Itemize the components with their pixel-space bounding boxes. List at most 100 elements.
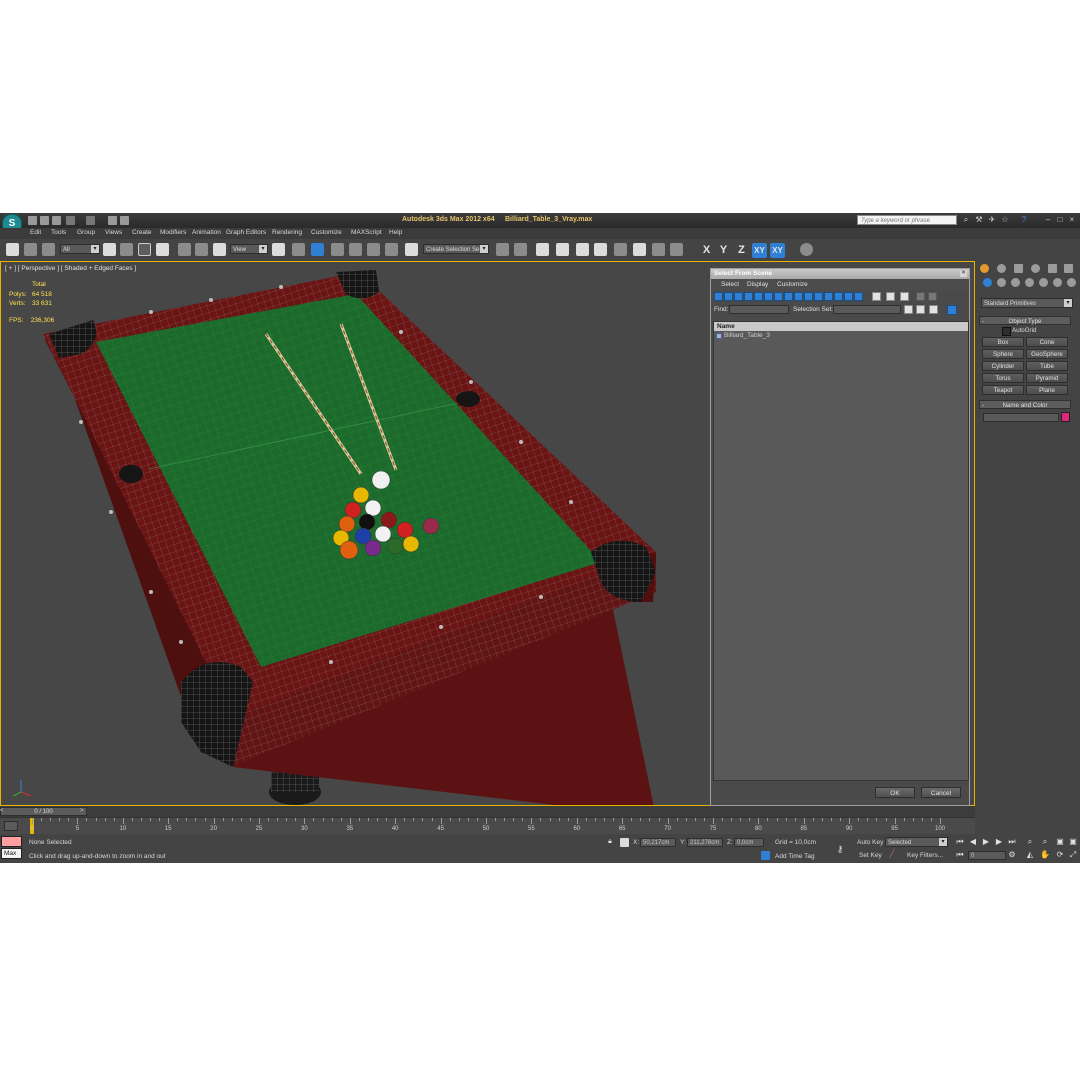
axis-z-button[interactable]: Z [734,243,749,258]
set-key-button[interactable]: Set Key [859,852,882,859]
window-icon[interactable] [120,216,129,225]
time-tag-icon[interactable] [761,851,770,860]
move-icon[interactable] [178,243,191,256]
zoom-extents-all-icon[interactable]: ▣ [1068,837,1078,847]
sync-selection-icon[interactable] [947,305,957,315]
next-frame-icon[interactable]: > [80,808,85,815]
filter-settings-icon[interactable] [928,292,937,301]
new-file-icon[interactable] [28,216,37,225]
x-coord-field[interactable]: 50,217cm [640,838,676,847]
dialog-menu-customize[interactable]: Customize [777,281,808,288]
go-to-end-icon[interactable]: ⏭ [1007,837,1017,847]
subscription-icon[interactable]: ⚒ [975,216,983,224]
dialog-menu-display[interactable]: Display [747,281,768,288]
time-configuration-icon[interactable]: ⚙ [1007,850,1017,860]
object-color-swatch[interactable] [1061,412,1070,422]
search-input[interactable]: Type a keyword or phrase [857,215,957,225]
teapot-render-icon[interactable] [800,243,813,256]
undo-icon[interactable] [66,216,75,225]
open-file-icon[interactable] [40,216,49,225]
menu-customize[interactable]: Customize [311,229,342,236]
list-item[interactable]: Billiard_Table_3 [714,331,968,341]
tube-button[interactable]: Tube [1026,361,1068,371]
selection-set-remove-icon[interactable] [929,305,938,314]
add-time-tag-button[interactable]: Add Time Tag [775,853,815,860]
selection-filter-dropdown[interactable]: All ▾ [60,244,100,254]
cone-button[interactable]: Cone [1026,337,1068,347]
object-name-input[interactable] [983,413,1059,422]
unlink-icon[interactable] [24,243,37,256]
geometry-icon[interactable] [983,278,992,287]
select-manipulate-icon[interactable] [292,243,305,256]
align-icon[interactable] [514,243,527,256]
maxscript-listener-icon[interactable] [1,836,22,847]
reference-coordinate-dropdown[interactable]: View ▾ [230,244,268,254]
dialog-menu-select[interactable]: Select [721,281,739,288]
save-file-icon[interactable] [52,216,61,225]
rendered-frame-window-icon[interactable] [652,243,665,256]
current-frame-field[interactable]: 0 [968,851,1006,860]
display-cameras-icon[interactable] [744,292,753,301]
zoom-all-icon[interactable]: ⌕ [1040,837,1050,847]
menu-modifiers[interactable]: Modifiers [160,229,186,236]
modify-tab-icon[interactable] [997,264,1006,273]
prev-frame-icon[interactable]: < [0,808,5,815]
utilities-tab-icon[interactable] [1064,264,1073,273]
zoom-icon[interactable]: ⌕ [1025,837,1035,847]
lights-icon[interactable] [1011,278,1020,287]
shapes-icon[interactable] [997,278,1006,287]
material-editor-icon[interactable] [614,243,627,256]
pan-icon[interactable]: ✋ [1040,850,1050,860]
menu-help[interactable]: Help [389,229,402,236]
cancel-button[interactable]: Cancel [921,787,961,798]
next-frame-icon[interactable]: ▶ [994,837,1004,847]
rotate-icon[interactable] [195,243,208,256]
menu-animation[interactable]: Animation [192,229,221,236]
box-button[interactable]: Box [982,337,1024,347]
space-warps-icon[interactable] [1053,278,1062,287]
systems-icon[interactable] [1067,278,1076,287]
menu-create[interactable]: Create [132,229,152,236]
play-icon[interactable]: ▶ [981,837,991,847]
key-filters-button[interactable]: Key Filters... [907,852,943,859]
go-to-start-icon[interactable]: ⏮ [955,837,965,847]
favorites-icon[interactable]: ☆ [1001,216,1009,224]
display-shapes-icon[interactable] [724,292,733,301]
minimize-icon[interactable]: – [1044,216,1052,224]
menu-tools[interactable]: Tools [51,229,66,236]
select-invert-icon[interactable] [900,292,909,301]
key-mode-dropdown[interactable]: Selected ▾ [885,837,948,847]
communication-icon[interactable]: ✈ [988,216,996,224]
window-crossing-icon[interactable] [156,243,169,256]
render-setup-icon[interactable] [633,243,646,256]
keyboard-shortcut-override-icon[interactable] [311,243,324,256]
select-object-icon[interactable] [103,243,116,256]
menu-maxscript[interactable]: MAXScript [351,229,382,236]
pivot-center-icon[interactable] [272,243,285,256]
cylinder-button[interactable]: Cylinder [982,361,1024,371]
geosphere-button[interactable]: GeoSphere [1026,349,1068,359]
trackbar-toggle-icon[interactable] [4,821,18,831]
schematic-view-icon[interactable] [594,243,607,256]
display-frozen-icon[interactable] [814,292,823,301]
rectangular-selection-icon[interactable] [138,243,151,256]
display-containers-icon[interactable] [804,292,813,301]
axis-xy-button[interactable]: XY [752,243,767,258]
previous-frame-icon[interactable]: ◀ [968,837,978,847]
sphere-button[interactable]: Sphere [982,349,1024,359]
y-coord-field[interactable]: 211,278cm [687,838,723,847]
dialog-close-icon[interactable]: × [960,270,967,277]
maximize-icon[interactable]: □ [1056,216,1064,224]
percent-snap-icon[interactable] [367,243,380,256]
list-column-name[interactable]: Name [714,322,968,331]
maximize-viewport-icon[interactable]: ⤢ [1068,850,1078,860]
display-none-icon[interactable] [844,292,853,301]
curve-editor-icon[interactable] [576,243,589,256]
axis-y-button[interactable]: Y [716,243,731,258]
display-invert-icon[interactable] [854,292,863,301]
project-folder-icon[interactable] [108,216,117,225]
torus-button[interactable]: Torus [982,373,1024,383]
dialog-title-bar[interactable]: Select From Scene × [711,269,969,279]
display-lights-icon[interactable] [734,292,743,301]
edit-named-selection-icon[interactable] [405,243,418,256]
